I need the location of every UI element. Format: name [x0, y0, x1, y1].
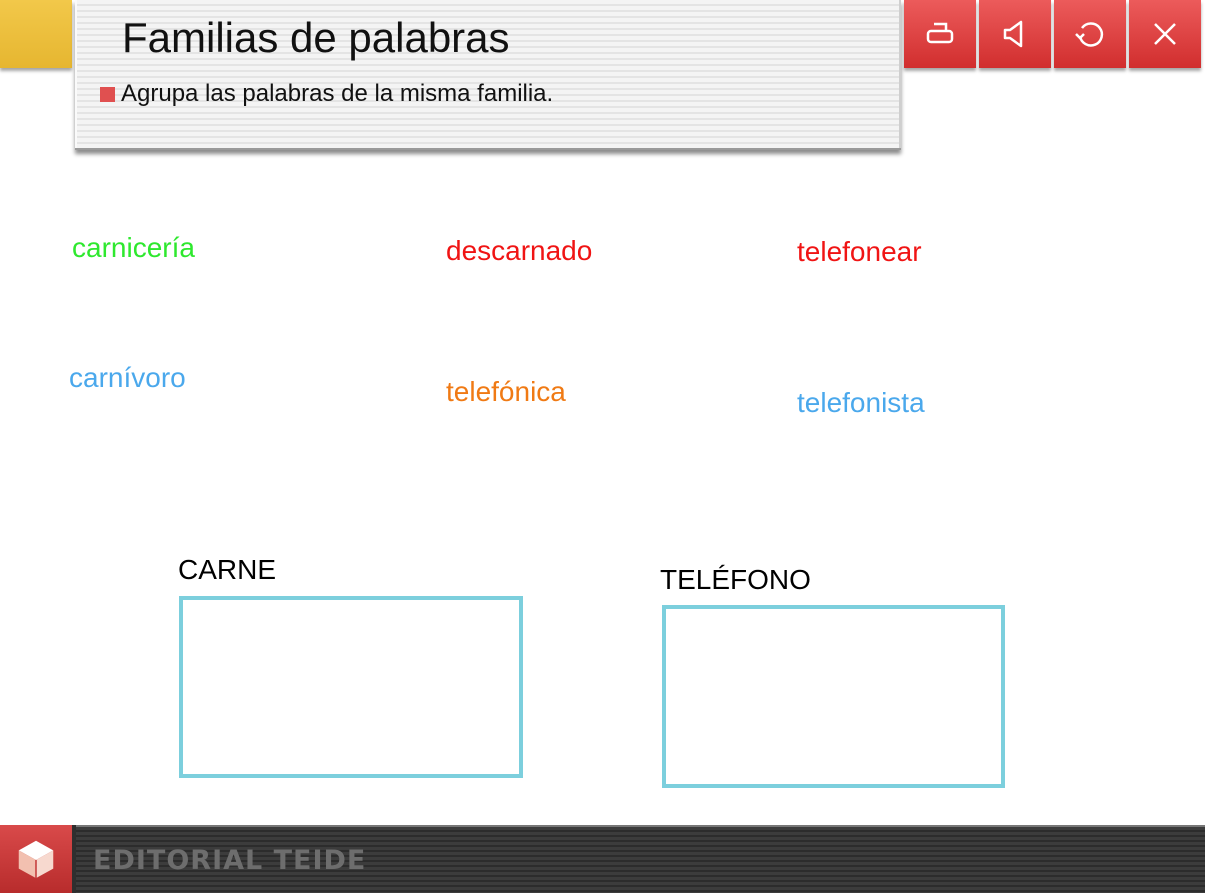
toolbar — [904, 0, 1201, 68]
word-telefonista[interactable]: telefonista — [797, 387, 925, 419]
word-descarnado[interactable]: descarnado — [446, 235, 592, 267]
instruction: Agrupa las palabras de la misma familia. — [100, 80, 553, 108]
drop-box-telefono[interactable] — [662, 605, 1005, 788]
cube-logo-icon — [18, 840, 54, 879]
teide-logo — [0, 825, 72, 893]
word-telefonear[interactable]: telefonear — [797, 236, 922, 268]
word-carniceria[interactable]: carnicería — [72, 232, 195, 264]
print-button[interactable] — [904, 0, 976, 68]
speaker-icon — [1003, 20, 1023, 48]
group-label-carne: CARNE — [178, 554, 277, 585]
group-label-telefono: TELÉFONO — [660, 564, 811, 595]
page-title: Familias de palabras — [122, 14, 510, 61]
audio-button[interactable] — [979, 0, 1051, 68]
yellow-corner-tab — [0, 0, 72, 68]
close-icon — [1154, 23, 1176, 45]
word-carnivoro[interactable]: carnívoro — [69, 362, 186, 394]
drop-box-carne[interactable] — [179, 596, 523, 778]
footer-bar: EDITORIAL TEIDE — [76, 825, 1205, 893]
header-panel: Familias de palabras Agrupa las palabras… — [75, 0, 901, 150]
reload-button[interactable] — [1054, 0, 1126, 68]
instruction-text: Agrupa las palabras de la misma familia. — [121, 80, 554, 107]
reload-icon — [1075, 22, 1104, 47]
word-telefonica[interactable]: telefónica — [446, 376, 566, 408]
print-icon — [926, 22, 954, 44]
brand-name: EDITORIAL TEIDE — [93, 845, 367, 876]
close-button[interactable] — [1129, 0, 1201, 68]
bullet-square-icon — [100, 86, 115, 102]
footer: EDITORIAL TEIDE — [0, 825, 1205, 893]
